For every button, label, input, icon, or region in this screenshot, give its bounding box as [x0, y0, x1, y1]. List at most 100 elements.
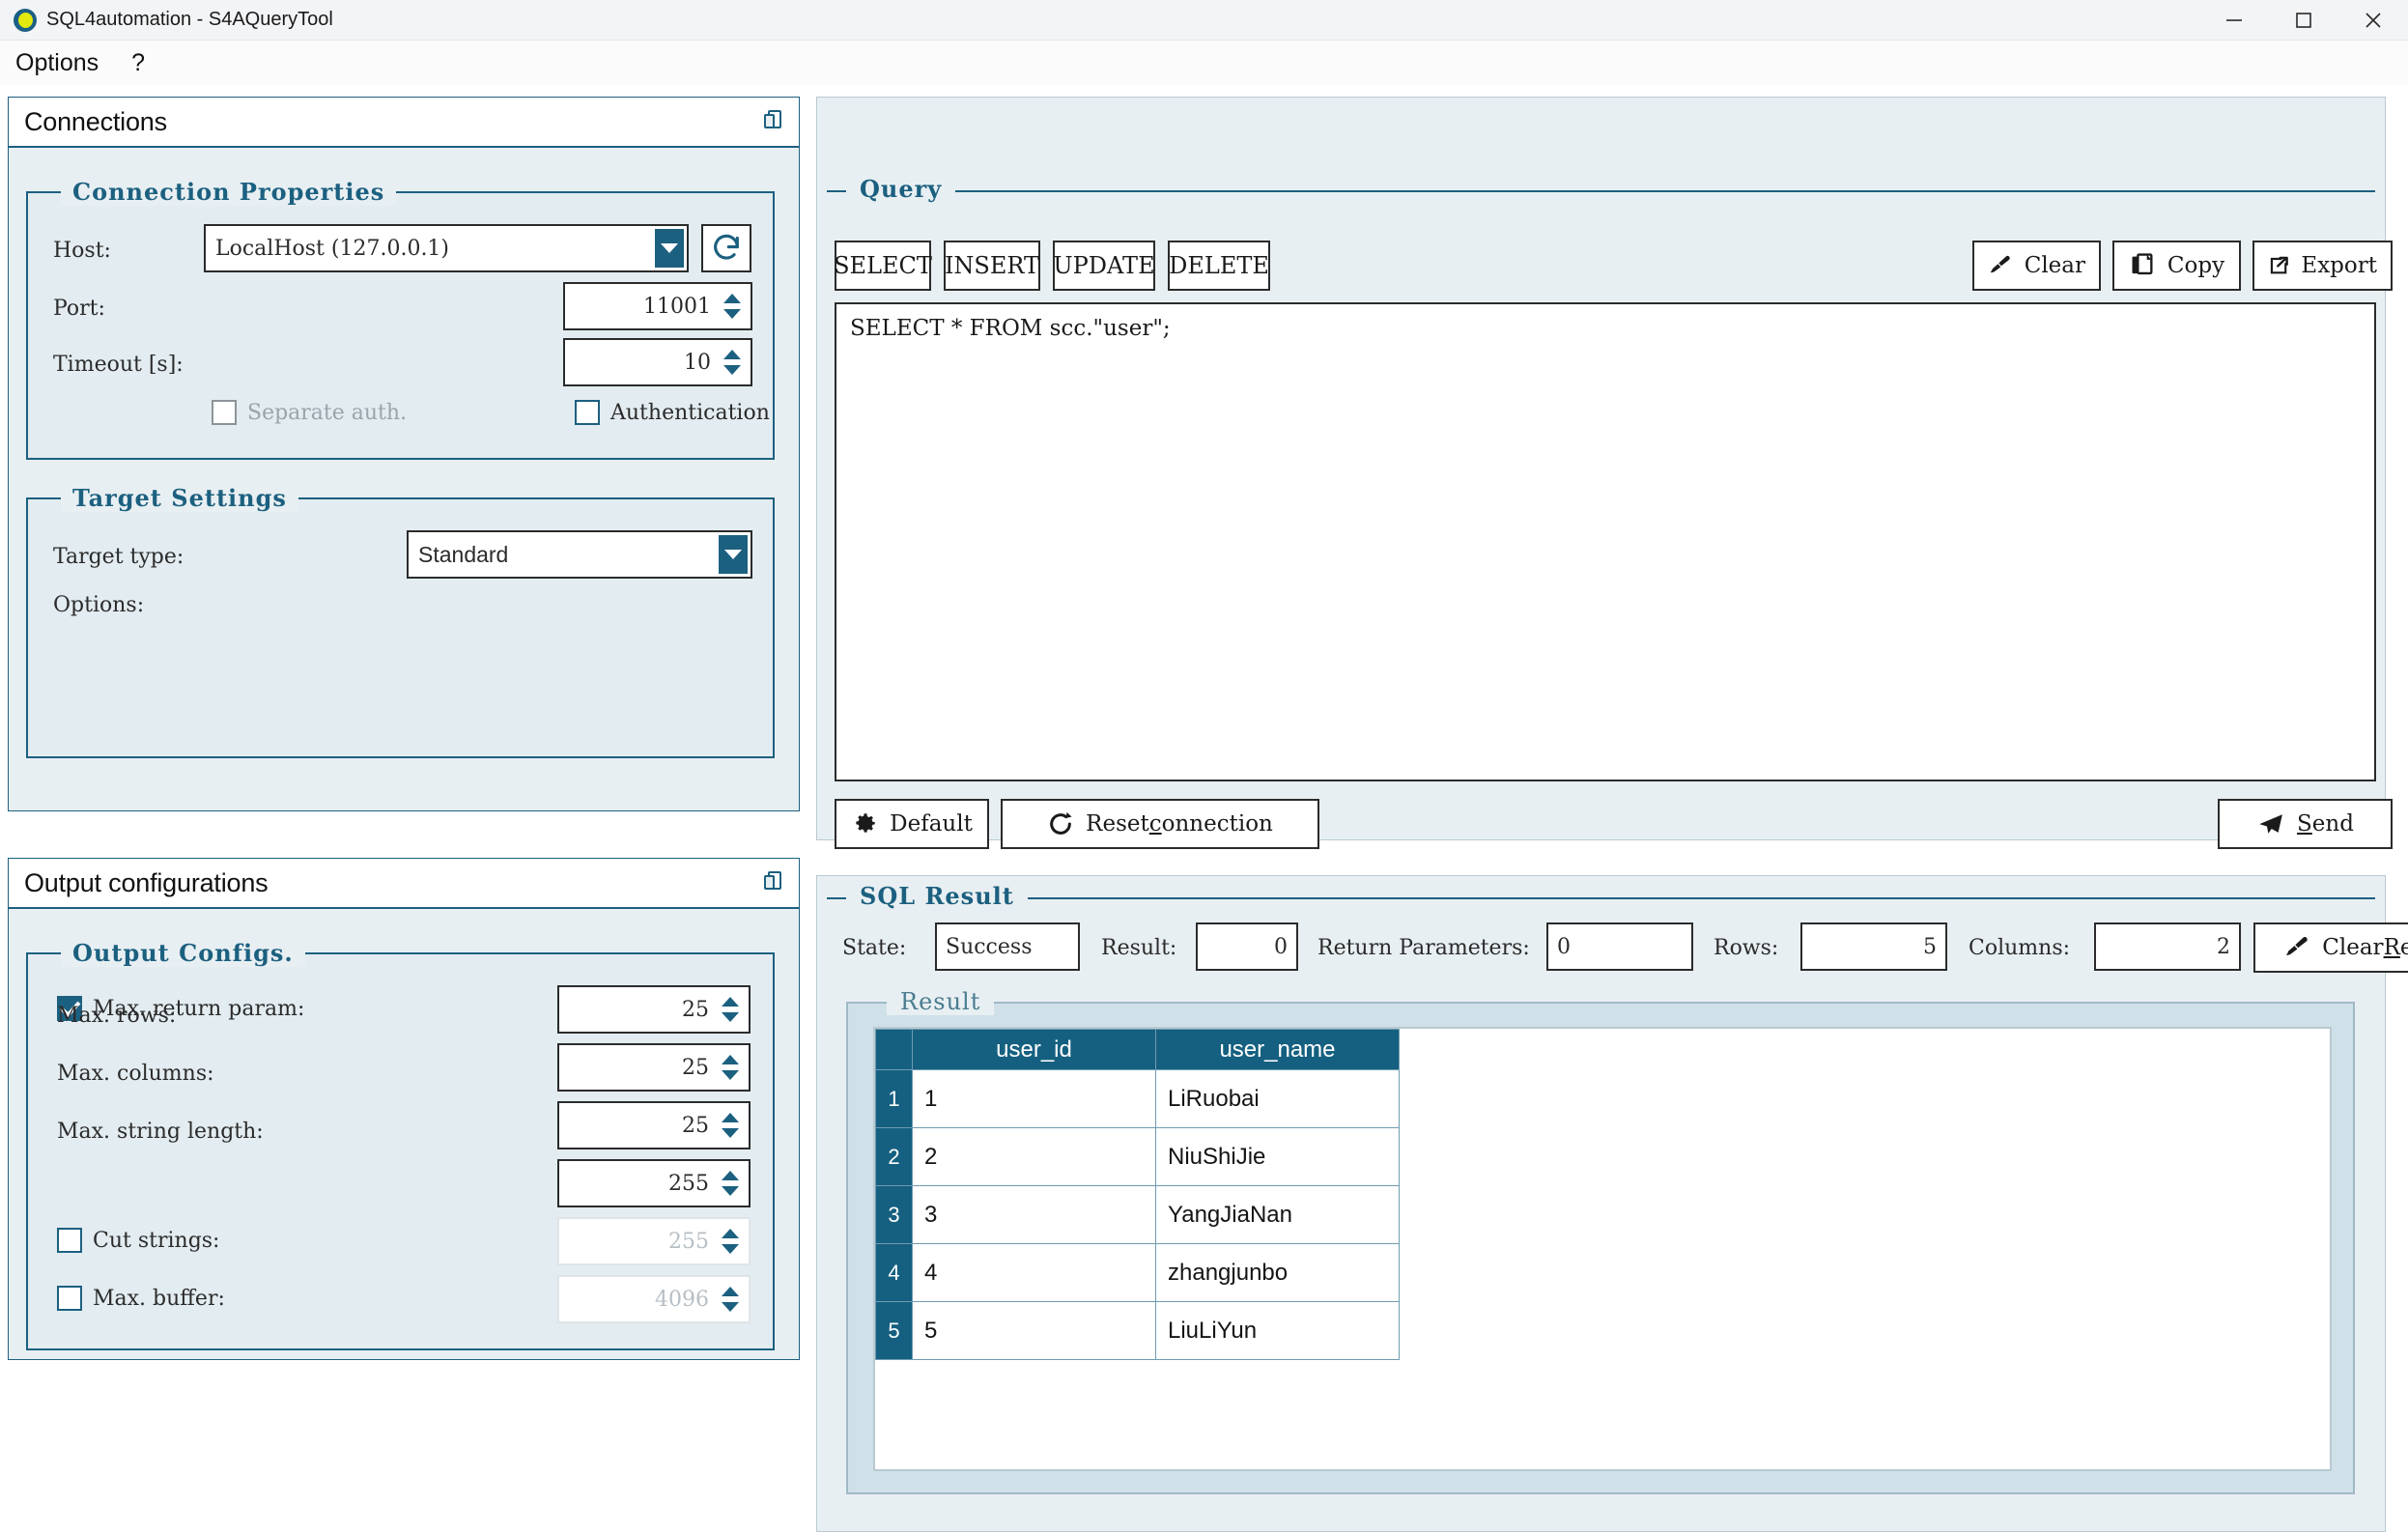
max-buffer-spinner[interactable]: 4096 [557, 1275, 751, 1323]
cell-user-name[interactable]: NiuShiJie [1155, 1127, 1400, 1186]
host-label: Host: [53, 239, 111, 263]
table-row[interactable]: 3 3 YangJiaNan [875, 1185, 1400, 1244]
max-buffer-stepper[interactable] [718, 1287, 743, 1312]
stepper-down-icon [723, 365, 741, 375]
sql-editor[interactable]: SELECT * FROM scc."user"; [835, 302, 2376, 781]
result-group: Result user_id user_name 1 1 LiRuobai 2 … [846, 988, 2355, 1494]
max-return-param-spinner[interactable]: 25 [557, 985, 751, 1034]
cell-user-id[interactable]: 5 [912, 1301, 1156, 1360]
query-legend: Query [846, 175, 956, 203]
refresh-hosts-button[interactable] [701, 224, 751, 272]
select-button[interactable]: SELECT [834, 241, 932, 291]
refresh-icon [714, 234, 739, 260]
port-spinner[interactable]: 11001 [563, 282, 752, 330]
chevron-down-icon[interactable] [655, 229, 684, 268]
clear-result-label-post: esult [2399, 935, 2408, 960]
max-return-param-stepper[interactable] [718, 997, 743, 1022]
checkbox-box [212, 400, 237, 425]
cell-user-name[interactable]: LiRuobai [1155, 1069, 1400, 1128]
authentication-checkbox[interactable]: Authentication [575, 400, 770, 425]
timeout-stepper[interactable] [720, 350, 745, 375]
max-columns-value: 25 [682, 1113, 709, 1138]
maximize-icon[interactable] [2269, 0, 2338, 41]
chevron-down-icon[interactable] [719, 535, 748, 574]
cell-user-id[interactable]: 3 [912, 1185, 1156, 1244]
cut-strings-label: Cut strings: [93, 1228, 220, 1253]
float-window-icon[interactable] [764, 871, 785, 894]
table-row[interactable]: 1 1 LiRuobai [875, 1069, 1400, 1128]
insert-button-label: INSERT [944, 252, 1040, 279]
max-rows-stepper[interactable] [718, 1055, 743, 1080]
result-table: user_id user_name 1 1 LiRuobai 2 2 NiuSh… [875, 1029, 1400, 1360]
max-columns-spinner[interactable]: 25 [557, 1101, 751, 1149]
update-button[interactable]: UPDATE [1053, 241, 1155, 291]
float-window-icon[interactable] [764, 110, 785, 133]
main-area: Connections Connection Properties Host: … [0, 85, 2408, 1532]
default-button[interactable]: Default [835, 799, 989, 849]
cell-user-id[interactable]: 2 [912, 1127, 1156, 1186]
cut-strings-spinner[interactable]: 255 [557, 1217, 751, 1265]
checkbox-box [575, 400, 600, 425]
table-row[interactable]: 5 5 LiuLiYun [875, 1301, 1400, 1360]
stepper-up-icon [722, 1287, 739, 1296]
timeout-spinner[interactable]: 10 [563, 338, 752, 386]
clear-result-button[interactable]: Clear Result [2253, 922, 2408, 973]
target-settings-group: Target Settings Target type: Standard Op… [26, 484, 775, 758]
result-label: Result: [1101, 936, 1177, 960]
table-row[interactable]: 4 4 zhangjunbo [875, 1243, 1400, 1302]
menu-item-options[interactable]: Options [10, 47, 104, 79]
sql-result-group-top-border [827, 897, 2375, 899]
max-string-length-stepper[interactable] [718, 1171, 743, 1196]
clear-result-label-mnemonic: R [2383, 935, 2400, 960]
authentication-label: Authentication [610, 400, 770, 425]
minimize-icon[interactable] [2199, 0, 2269, 41]
max-string-length-spinner[interactable]: 255 [557, 1159, 751, 1207]
clear-query-button[interactable]: Clear [1972, 241, 2101, 291]
port-value: 11001 [643, 294, 711, 319]
delete-button[interactable]: DELETE [1168, 241, 1270, 291]
cell-user-name[interactable]: YangJiaNan [1155, 1185, 1400, 1244]
copy-query-button[interactable]: Copy [2112, 241, 2241, 291]
cut-strings-checkbox[interactable]: Cut strings: [57, 1228, 219, 1253]
rows-label: Rows: [1714, 936, 1779, 960]
port-stepper[interactable] [720, 294, 745, 319]
result-table-container[interactable]: user_id user_name 1 1 LiRuobai 2 2 NiuSh… [873, 1027, 2332, 1471]
copy-icon [2132, 253, 2153, 275]
cell-user-id[interactable]: 1 [912, 1069, 1156, 1128]
output-configurations-body: Output Configs. Max. return param: 25 Ma… [9, 909, 799, 1359]
send-button[interactable]: Send [2218, 799, 2393, 849]
menu-item-help[interactable]: ? [126, 47, 151, 79]
row-index: 5 [875, 1301, 913, 1360]
app-logo-icon [14, 8, 37, 32]
export-query-button[interactable]: Export [2252, 241, 2393, 291]
column-header-user-name[interactable]: user_name [1155, 1029, 1400, 1070]
max-return-param-value: 25 [682, 997, 709, 1022]
menu-bar: Options ? [0, 41, 2408, 85]
max-columns-stepper[interactable] [718, 1113, 743, 1138]
cell-user-name[interactable]: LiuLiYun [1155, 1301, 1400, 1360]
gear-icon [856, 813, 875, 833]
separate-auth-checkbox[interactable]: Separate auth. [212, 400, 407, 425]
column-header-user-id[interactable]: user_id [912, 1029, 1156, 1070]
max-buffer-checkbox[interactable]: Max. buffer: [57, 1286, 225, 1311]
cell-user-id[interactable]: 4 [912, 1243, 1156, 1302]
reset-connection-button[interactable]: Reset c onnection [1001, 799, 1319, 849]
row-index: 3 [875, 1185, 913, 1244]
timeout-value: 10 [684, 350, 711, 375]
max-rows-spinner[interactable]: 25 [557, 1043, 751, 1092]
cut-strings-stepper[interactable] [718, 1229, 743, 1254]
table-header-row: user_id user_name [875, 1029, 1400, 1070]
query-group-top-border [827, 190, 2375, 192]
reset-connection-button-label: Reset c onnection [1086, 811, 1273, 837]
insert-button[interactable]: INSERT [944, 241, 1040, 291]
cut-strings-value: 255 [668, 1229, 709, 1254]
return-parameters-field: 0 [1546, 922, 1693, 971]
columns-label: Columns: [1969, 936, 2071, 960]
host-combobox[interactable]: LocalHost (127.0.0.1) [204, 224, 689, 272]
table-row[interactable]: 2 2 NiuShiJie [875, 1127, 1400, 1186]
sql-result-panel: SQL Result State: Success Result: 0 Retu… [816, 875, 2408, 1532]
cell-user-name[interactable]: zhangjunbo [1155, 1243, 1400, 1302]
close-icon[interactable] [2338, 0, 2408, 41]
host-combobox-value: LocalHost (127.0.0.1) [215, 236, 450, 261]
target-type-combobox[interactable]: Standard [407, 530, 752, 579]
